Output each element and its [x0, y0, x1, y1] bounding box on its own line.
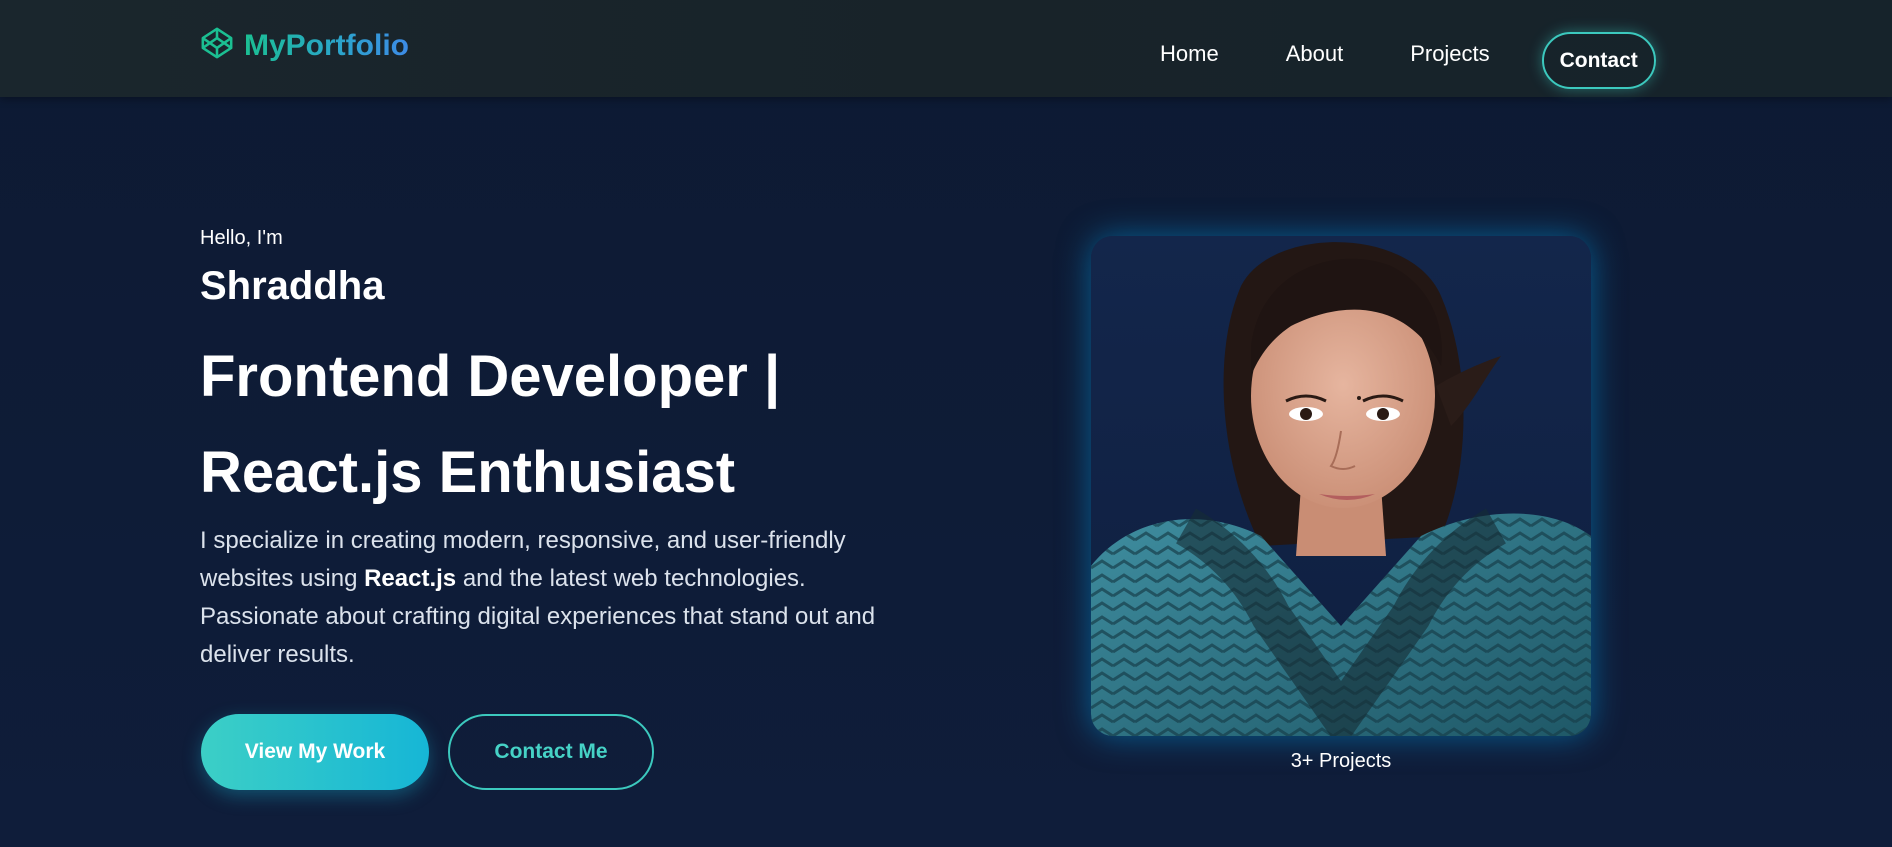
nav-link-about[interactable]: About	[1286, 40, 1344, 68]
hero-headline-line2: React.js Enthusiast	[200, 440, 736, 505]
navbar: MyPortfolio Home About Projects Contact	[0, 0, 1892, 97]
hero-name: Shraddha	[200, 264, 385, 308]
projects-count-caption: 3+ Projects	[1290, 750, 1392, 772]
brand-logo[interactable]: MyPortfolio	[200, 26, 409, 65]
profile-photo-image	[1091, 236, 1591, 736]
nav-contact-button[interactable]: Contact	[1541, 32, 1656, 89]
contact-me-button[interactable]: Contact Me	[448, 714, 654, 790]
portfolio-page: MyPortfolio Home About Projects Contact …	[0, 0, 1892, 847]
nav-link-projects[interactable]: Projects	[1410, 40, 1489, 68]
hero-headline-line1: Frontend Developer |	[200, 344, 781, 409]
hero-greeting: Hello, I'm	[200, 227, 283, 249]
nav-link-home[interactable]: Home	[1160, 40, 1219, 68]
hero-headline: Frontend Developer | React.js Enthusiast	[200, 329, 900, 521]
hero-description: I specialize in creating modern, respons…	[200, 522, 900, 674]
codepen-cube-icon	[200, 26, 234, 65]
description-bold: React.js	[364, 565, 457, 592]
brand-name: MyPortfolio	[244, 28, 409, 62]
profile-photo	[1091, 236, 1591, 736]
view-my-work-button[interactable]: View My Work	[201, 714, 429, 790]
nav-links: Home About Projects Contact	[1160, 18, 1656, 89]
